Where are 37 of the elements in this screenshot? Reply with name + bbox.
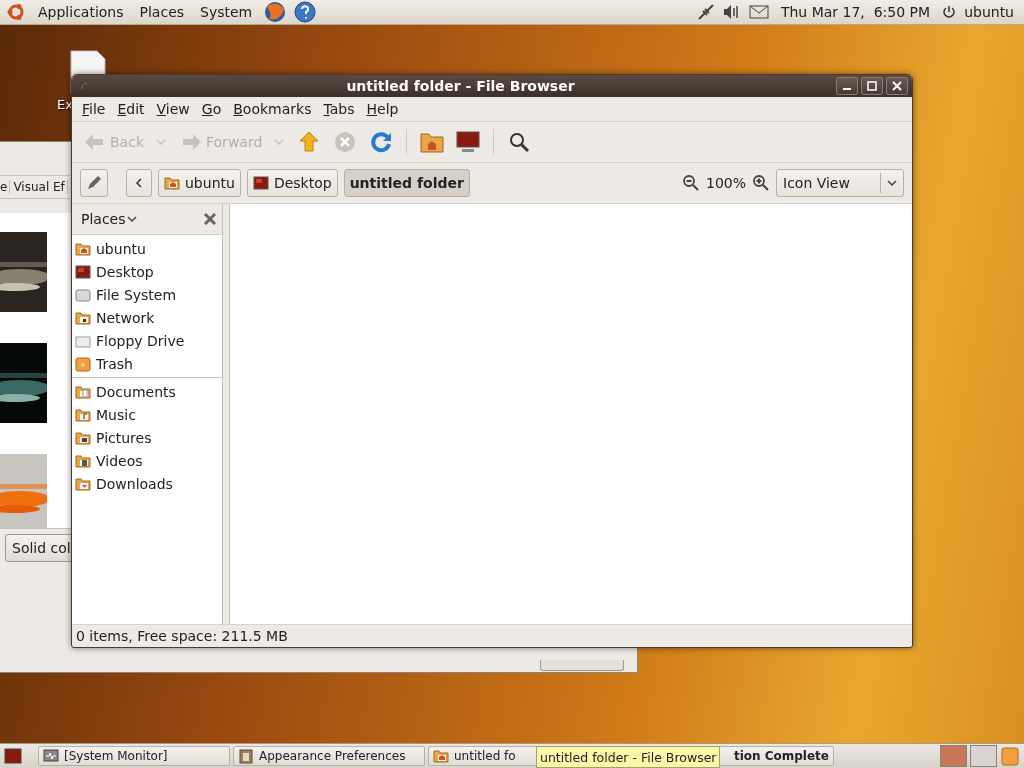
zoom-level: 100% bbox=[705, 175, 746, 191]
places-dropdown[interactable]: Places bbox=[81, 211, 137, 227]
panel-menu[interactable]: Applications bbox=[34, 4, 128, 20]
sidebar-item[interactable]: Downloads bbox=[75, 472, 222, 495]
menu-item[interactable]: Bookmarks bbox=[227, 101, 318, 117]
clock[interactable]: Thu Mar 17, 6:50 PM bbox=[776, 4, 935, 20]
menu-item[interactable]: View bbox=[150, 101, 196, 117]
desktop-icon-label[interactable]: Ex bbox=[57, 97, 73, 112]
tab[interactable]: Visual Ef bbox=[13, 180, 68, 194]
taskbar-button[interactable]: [System Monitor] bbox=[38, 746, 230, 766]
sidebar-item[interactable]: Documents bbox=[75, 380, 222, 403]
menu-item[interactable]: Tabs bbox=[317, 101, 361, 117]
panel-menu[interactable]: Places bbox=[135, 4, 189, 20]
sidebar-item[interactable]: File System bbox=[75, 283, 222, 306]
menu-item[interactable]: Go bbox=[195, 101, 228, 117]
sidebar-item[interactable]: Videos bbox=[75, 449, 222, 472]
path-button[interactable]: Desktop bbox=[246, 169, 338, 197]
sidebar-item[interactable]: Floppy Drive bbox=[75, 329, 222, 352]
status-bar: 0 items, Free space: 211.5 MB bbox=[72, 624, 912, 647]
sidebar-item[interactable]: Pictures bbox=[75, 426, 222, 449]
menu-item[interactable]: Help bbox=[360, 101, 405, 117]
view-select[interactable]: Icon View bbox=[776, 169, 904, 197]
path-button[interactable]: ubuntu bbox=[158, 169, 241, 197]
sidebar-item[interactable]: Trash bbox=[75, 352, 222, 375]
sidebar-item[interactable]: Network bbox=[75, 306, 222, 329]
sidebar-item[interactable]: Desktop bbox=[75, 260, 222, 283]
panel-menu[interactable]: System bbox=[196, 4, 257, 20]
menu-item[interactable]: File bbox=[76, 101, 112, 117]
sidebar-item[interactable]: ubuntu bbox=[75, 237, 222, 260]
taskbar-button[interactable]: Appearance Preferences bbox=[233, 746, 425, 766]
user-name[interactable]: ubuntu bbox=[964, 4, 1018, 20]
sidebar-item[interactable]: Music bbox=[75, 403, 222, 426]
menu-item[interactable]: Edit bbox=[111, 101, 151, 117]
window-title: untitled folder - File Browser bbox=[345, 78, 576, 94]
path-button[interactable]: untitled folder bbox=[343, 169, 470, 197]
tooltip: untitled folder - File Browser bbox=[536, 746, 721, 768]
tab[interactable]: e bbox=[0, 180, 11, 194]
